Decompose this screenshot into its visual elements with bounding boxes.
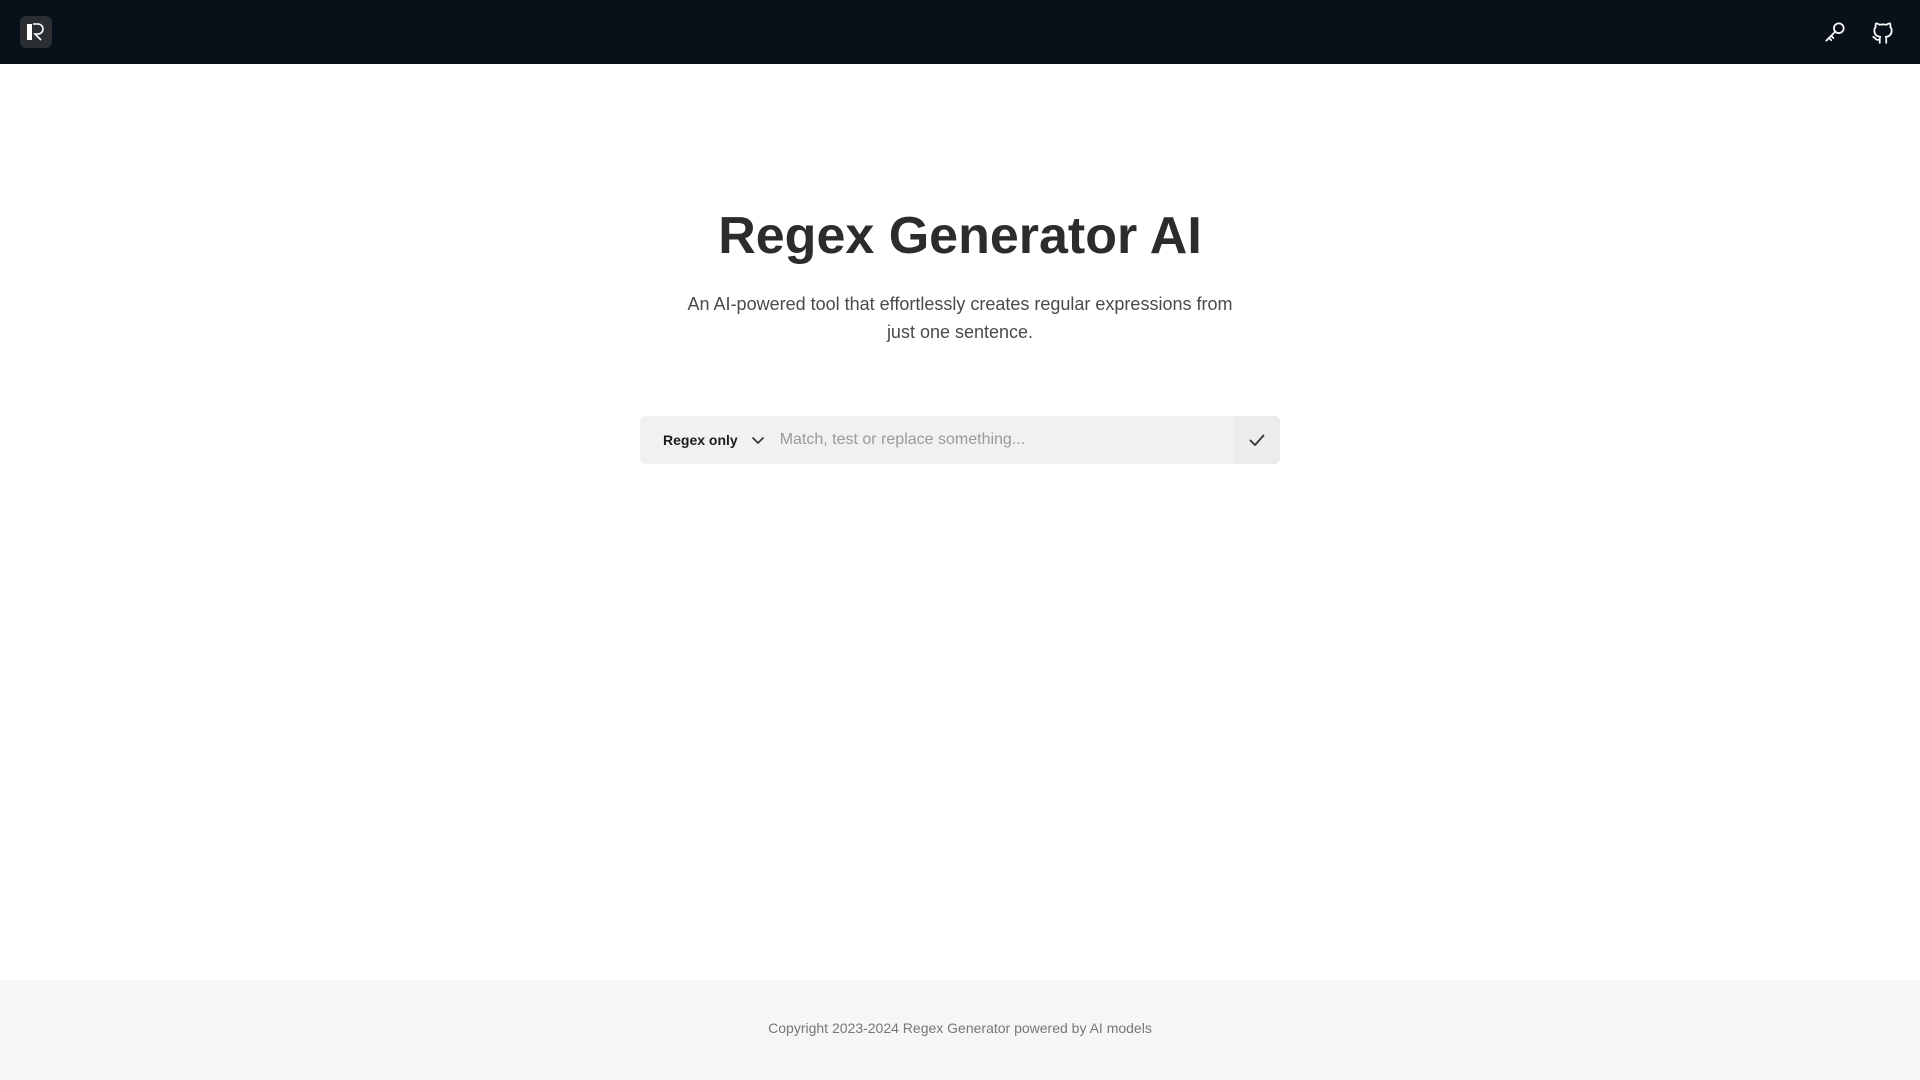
mode-dropdown-label: Regex only [663, 432, 738, 448]
page-title: Regex Generator AI [718, 207, 1202, 265]
submit-button[interactable] [1234, 416, 1280, 464]
mode-dropdown[interactable]: Regex only [640, 416, 776, 464]
page-subtitle: An AI-powered tool that effortlessly cre… [687, 294, 1233, 342]
key-icon[interactable] [1822, 19, 1848, 45]
search-bar: Regex only [640, 416, 1280, 464]
logo[interactable] [20, 16, 52, 48]
search-input[interactable] [775, 416, 1234, 464]
logo-r-icon [27, 23, 44, 41]
hero-section: Regex Generator AI An AI-powered tool th… [0, 64, 1920, 980]
footer: Copyright 2023-2024 Regex Generator powe… [0, 980, 1920, 1080]
github-icon[interactable] [1870, 19, 1896, 45]
chevron-down-icon [750, 432, 766, 448]
check-icon [1249, 434, 1265, 446]
footer-copyright: Copyright 2023-2024 Regex Generator powe… [768, 1020, 1152, 1036]
top-navbar [0, 0, 1920, 64]
